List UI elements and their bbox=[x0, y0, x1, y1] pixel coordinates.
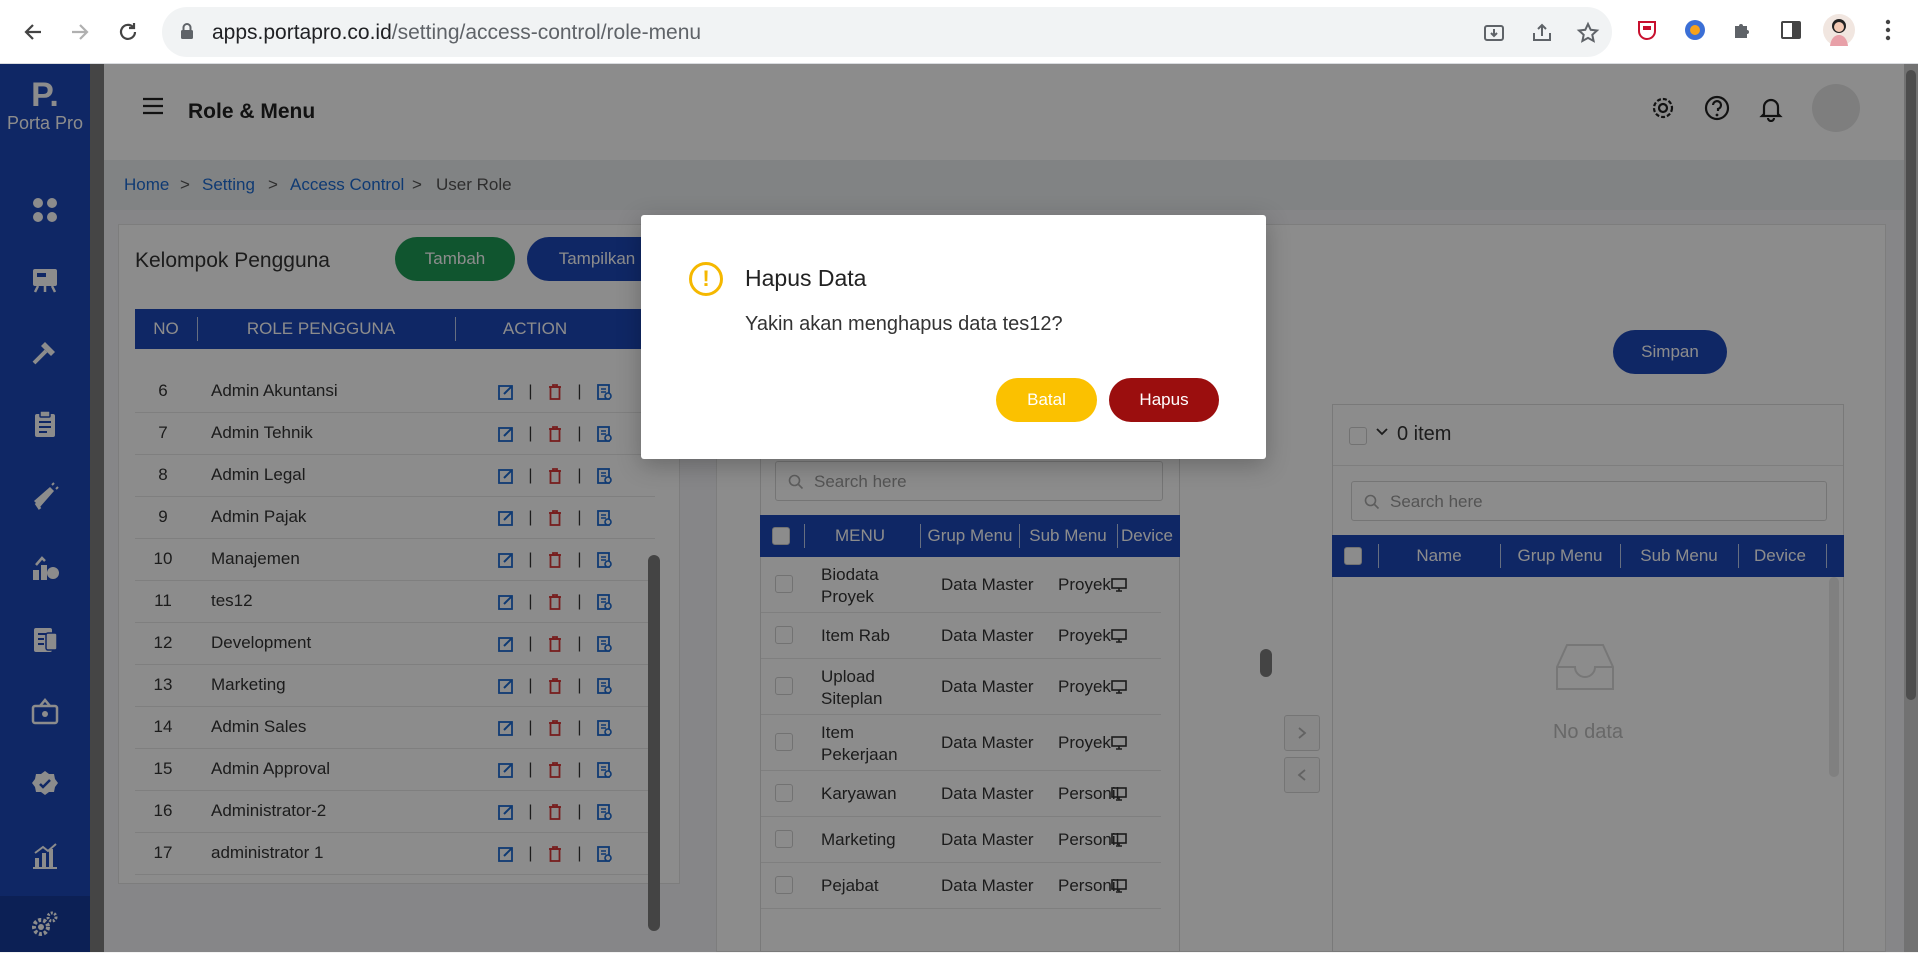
warning-icon: ! bbox=[689, 262, 723, 296]
profile-avatar[interactable] bbox=[1823, 14, 1855, 46]
delete-confirm-dialog: ! Hapus Data Yakin akan menghapus data t… bbox=[641, 215, 1266, 459]
bookmark-star-icon[interactable] bbox=[1574, 19, 1602, 47]
address-bar[interactable]: apps.portapro.co.id/setting/access-contr… bbox=[162, 7, 1612, 57]
install-icon[interactable] bbox=[1480, 19, 1508, 47]
extension-shield-icon[interactable] bbox=[1631, 14, 1663, 46]
back-icon[interactable] bbox=[15, 14, 51, 50]
dialog-message: Yakin akan menghapus data tes12? bbox=[745, 313, 1063, 335]
dialog-title: Hapus Data bbox=[745, 265, 867, 291]
browser-toolbar: apps.portapro.co.id/setting/access-contr… bbox=[0, 0, 1918, 64]
share-icon[interactable] bbox=[1528, 19, 1556, 47]
extensions-puzzle-icon[interactable] bbox=[1727, 14, 1759, 46]
delete-confirm-button[interactable]: Hapus bbox=[1109, 378, 1219, 422]
reload-icon[interactable] bbox=[110, 14, 146, 50]
cancel-button[interactable]: Batal bbox=[996, 378, 1097, 422]
forward-icon[interactable] bbox=[62, 14, 98, 50]
browser-menu-icon[interactable] bbox=[1872, 14, 1904, 46]
modal-backdrop[interactable] bbox=[0, 64, 1918, 952]
url-text: apps.portapro.co.id/setting/access-contr… bbox=[212, 21, 702, 44]
extension-vpn-icon[interactable] bbox=[1679, 14, 1711, 46]
side-panel-icon[interactable] bbox=[1775, 14, 1807, 46]
lock-icon bbox=[181, 23, 193, 39]
